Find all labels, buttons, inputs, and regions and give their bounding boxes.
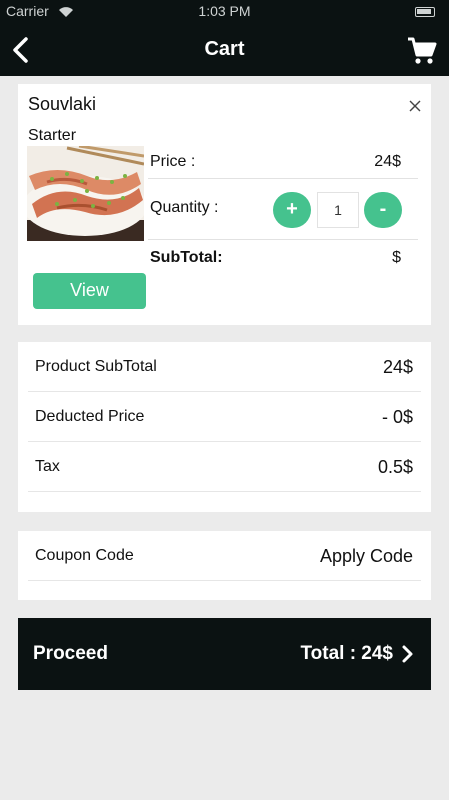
proceed-button[interactable]: Proceed Total : 24$ — [18, 618, 431, 690]
status-bar: Carrier 1:03 PM — [0, 0, 449, 24]
cart-item-card: Souvlaki Starter Price : 24$ Quantity : — [18, 84, 431, 325]
summary-row-deducted-price: Deducted Price - 0$ — [28, 392, 421, 442]
proceed-label: Proceed — [33, 643, 108, 664]
order-summary-card: Product SubTotal 24$ Deducted Price - 0$… — [18, 342, 431, 512]
item-name: Souvlaki — [28, 94, 97, 114]
divider — [148, 239, 418, 240]
battery-icon — [415, 7, 435, 17]
increase-quantity-button[interactable]: + — [273, 192, 311, 228]
coupon-label: Coupon Code — [35, 547, 134, 564]
quantity-label: Quantity : — [150, 199, 219, 216]
item-category: Starter — [28, 127, 77, 144]
price-value: 24$ — [374, 153, 401, 170]
coupon-row: Coupon Code Apply Code — [28, 531, 421, 581]
summary-row-product-subtotal: Product SubTotal 24$ — [28, 342, 421, 392]
status-time: 1:03 PM — [198, 3, 251, 19]
shopping-cart-icon[interactable] — [407, 36, 437, 66]
total-label: Total : 24$ — [300, 643, 393, 664]
decrease-quantity-button[interactable]: - — [364, 192, 402, 228]
subtotal-value: $ — [392, 249, 401, 266]
summary-row-tax: Tax 0.5$ — [28, 442, 421, 492]
price-label: Price : — [150, 153, 196, 170]
close-icon[interactable] — [407, 98, 423, 114]
summary-value: 0.5$ — [377, 457, 413, 477]
item-image — [27, 146, 144, 241]
summary-label: Product SubTotal — [35, 358, 157, 375]
summary-label: Tax — [35, 458, 60, 475]
subtotal-label: SubTotal: — [150, 249, 223, 266]
apply-code-button[interactable]: Apply Code — [320, 546, 413, 567]
navigation-bar: Cart — [0, 24, 449, 76]
chevron-right-icon — [402, 645, 413, 663]
summary-value: 24$ — [382, 357, 413, 377]
coupon-card: Coupon Code Apply Code — [18, 531, 431, 600]
quantity-field[interactable]: 1 — [317, 192, 359, 228]
summary-label: Deducted Price — [35, 408, 145, 425]
view-button[interactable]: View — [33, 273, 146, 309]
page-title: Cart — [204, 38, 245, 60]
summary-value: - 0$ — [381, 407, 413, 427]
divider — [148, 178, 418, 179]
